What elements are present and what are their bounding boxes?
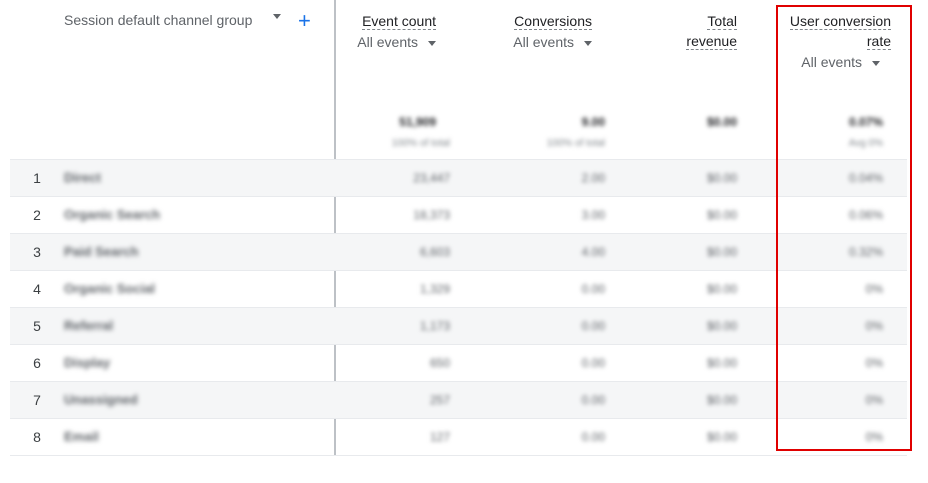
revenue-cell: $0.00	[706, 356, 737, 370]
total-conversions: 9.00	[581, 115, 605, 129]
table-bottom-border	[10, 455, 907, 456]
conversions-cell: 0.00	[581, 393, 605, 407]
revenue-cell: $0.00	[706, 208, 737, 222]
plus-icon[interactable]: +	[298, 10, 311, 32]
caret-down-icon[interactable]	[584, 40, 592, 46]
event-count-cell: 6,603	[419, 245, 450, 259]
table-row[interactable]: 5 Referral 1,173 0.00 $0.00 0%	[10, 307, 907, 345]
revenue-cell: $0.00	[706, 171, 737, 185]
revenue-cell: $0.00	[706, 393, 737, 407]
row-number: 2	[33, 207, 41, 223]
highlight-box	[776, 5, 912, 451]
event-count-cell: 23,447	[413, 171, 450, 185]
metric-filter: All events	[357, 34, 418, 50]
channel-name[interactable]: Organic Social	[64, 281, 155, 296]
event-count-cell: 1,173	[419, 319, 450, 333]
channel-name[interactable]: Email	[64, 429, 99, 444]
metric-title: Event count	[362, 13, 436, 30]
metric-header-conversions[interactable]: Conversions All events	[490, 11, 592, 52]
metric-title-line2: revenue	[686, 33, 737, 50]
row-number: 5	[33, 318, 41, 334]
total-conversions-pct: 100% of total	[546, 138, 605, 149]
table-row[interactable]: 3 Paid Search 6,603 4.00 $0.00 0.32%	[10, 233, 907, 271]
table-row[interactable]: 4 Organic Social 1,329 0.00 $0.00 0%	[10, 270, 907, 308]
event-count-cell: 257	[429, 393, 450, 407]
table-row[interactable]: 6 Display 650 0.00 $0.00 0%	[10, 344, 907, 382]
channel-name[interactable]: Paid Search	[64, 244, 138, 259]
total-event-count-pct: 100% of total	[391, 138, 450, 149]
revenue-cell: $0.00	[706, 282, 737, 296]
event-count-cell: 650	[429, 356, 450, 370]
dimension-header-label: Session default channel group	[64, 12, 253, 28]
row-number: 4	[33, 281, 41, 297]
event-count-cell: 127	[429, 430, 450, 444]
conversions-cell: 0.00	[581, 356, 605, 370]
row-number: 3	[33, 244, 41, 260]
row-number: 7	[33, 392, 41, 408]
total-event-count: 51,909	[399, 115, 436, 129]
channel-name[interactable]: Organic Search	[64, 207, 160, 222]
conversions-cell: 0.00	[581, 319, 605, 333]
event-count-cell: 1,329	[419, 282, 450, 296]
conversions-cell: 3.00	[581, 208, 605, 222]
metric-title: Conversions	[514, 13, 592, 30]
conversions-cell: 0.00	[581, 430, 605, 444]
table-row[interactable]: 1 Direct 23,447 2.00 $0.00 0.04%	[10, 159, 907, 197]
caret-down-icon[interactable]	[273, 14, 281, 19]
channel-name[interactable]: Display	[64, 355, 110, 370]
row-number: 8	[33, 429, 41, 445]
conversions-cell: 0.00	[581, 282, 605, 296]
table-row[interactable]: 8 Email 127 0.00 $0.00 0%	[10, 418, 907, 456]
event-count-cell: 18,373	[413, 208, 450, 222]
total-revenue: $0.00	[706, 115, 737, 129]
table-row[interactable]: 7 Unassigned 257 0.00 $0.00 0%	[10, 381, 907, 419]
table-row[interactable]: 2 Organic Search 18,373 3.00 $0.00 0.06%	[10, 196, 907, 234]
row-number: 1	[33, 170, 41, 186]
metric-header-event-count[interactable]: Event count All events	[340, 11, 436, 52]
channel-name[interactable]: Direct	[64, 170, 101, 185]
channel-name[interactable]: Unassigned	[64, 392, 138, 407]
metric-title-line1: Total	[707, 13, 737, 30]
caret-down-icon[interactable]	[428, 40, 436, 46]
metric-header-total-revenue[interactable]: Total revenue	[640, 11, 737, 51]
row-number: 6	[33, 355, 41, 371]
revenue-cell: $0.00	[706, 319, 737, 333]
revenue-cell: $0.00	[706, 245, 737, 259]
report-table: Session default channel group + Event co…	[0, 0, 928, 483]
revenue-cell: $0.00	[706, 430, 737, 444]
conversions-cell: 4.00	[581, 245, 605, 259]
metric-filter: All events	[513, 34, 574, 50]
conversions-cell: 2.00	[581, 171, 605, 185]
channel-name[interactable]: Referral	[64, 318, 113, 333]
